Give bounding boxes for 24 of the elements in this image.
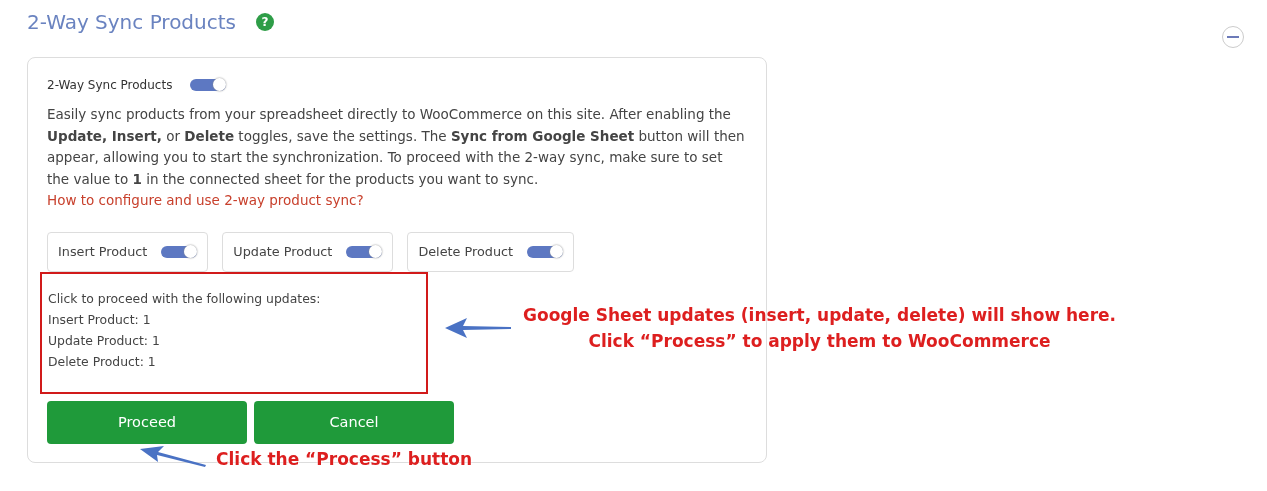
description-text: Easily sync products from your spreadsheet directly to WooCommerce on this site. After enabling the Update, Insert, or Delete toggles, save the settings. The Sync from Google Sheet button will then appear, allowing you to start the synchronization. To proceed with the 2-way sync, make sure to set the value to 1 in the connected sheet for the products you want to sync. How to configure and use 2-way product sync? (47, 105, 746, 210)
arrow-icon (445, 318, 511, 338)
annotation-text: Google Sheet updates (insert, update, delete) will show here. Click “Process” to apply them to WooCommerce (523, 304, 1117, 353)
toggle-switch[interactable] (346, 245, 383, 258)
help-icon[interactable]: ? (256, 13, 274, 31)
arrow-icon (140, 446, 206, 470)
toggle-label: Insert Product (58, 244, 148, 259)
action-button[interactable]: Cancel (254, 400, 454, 444)
toggle-switch[interactable] (190, 79, 227, 91)
help-link[interactable]: How to configure and use 2-way product sync? (47, 192, 364, 208)
minus-icon (1227, 36, 1239, 38)
collapse-button[interactable] (1222, 26, 1244, 48)
toggle-switch[interactable] (527, 245, 564, 258)
toggle-label: Update Product (233, 244, 333, 259)
toggle-label: 2-Way Sync Products (47, 78, 173, 92)
toggle-label: Delete Product (418, 244, 514, 259)
summary-heading: Click to proceed with the following updates: (48, 289, 322, 308)
annotation-text: Click the “Process” button (216, 448, 473, 471)
summary-line: Delete Product: 1 (48, 352, 157, 371)
section-title: 2-Way Sync Products (27, 10, 236, 34)
summary-line: Insert Product: 1 (48, 310, 152, 329)
action-button[interactable]: Proceed (47, 400, 247, 444)
summary-line: Update Product: 1 (48, 331, 161, 350)
toggle-switch[interactable] (161, 245, 198, 258)
